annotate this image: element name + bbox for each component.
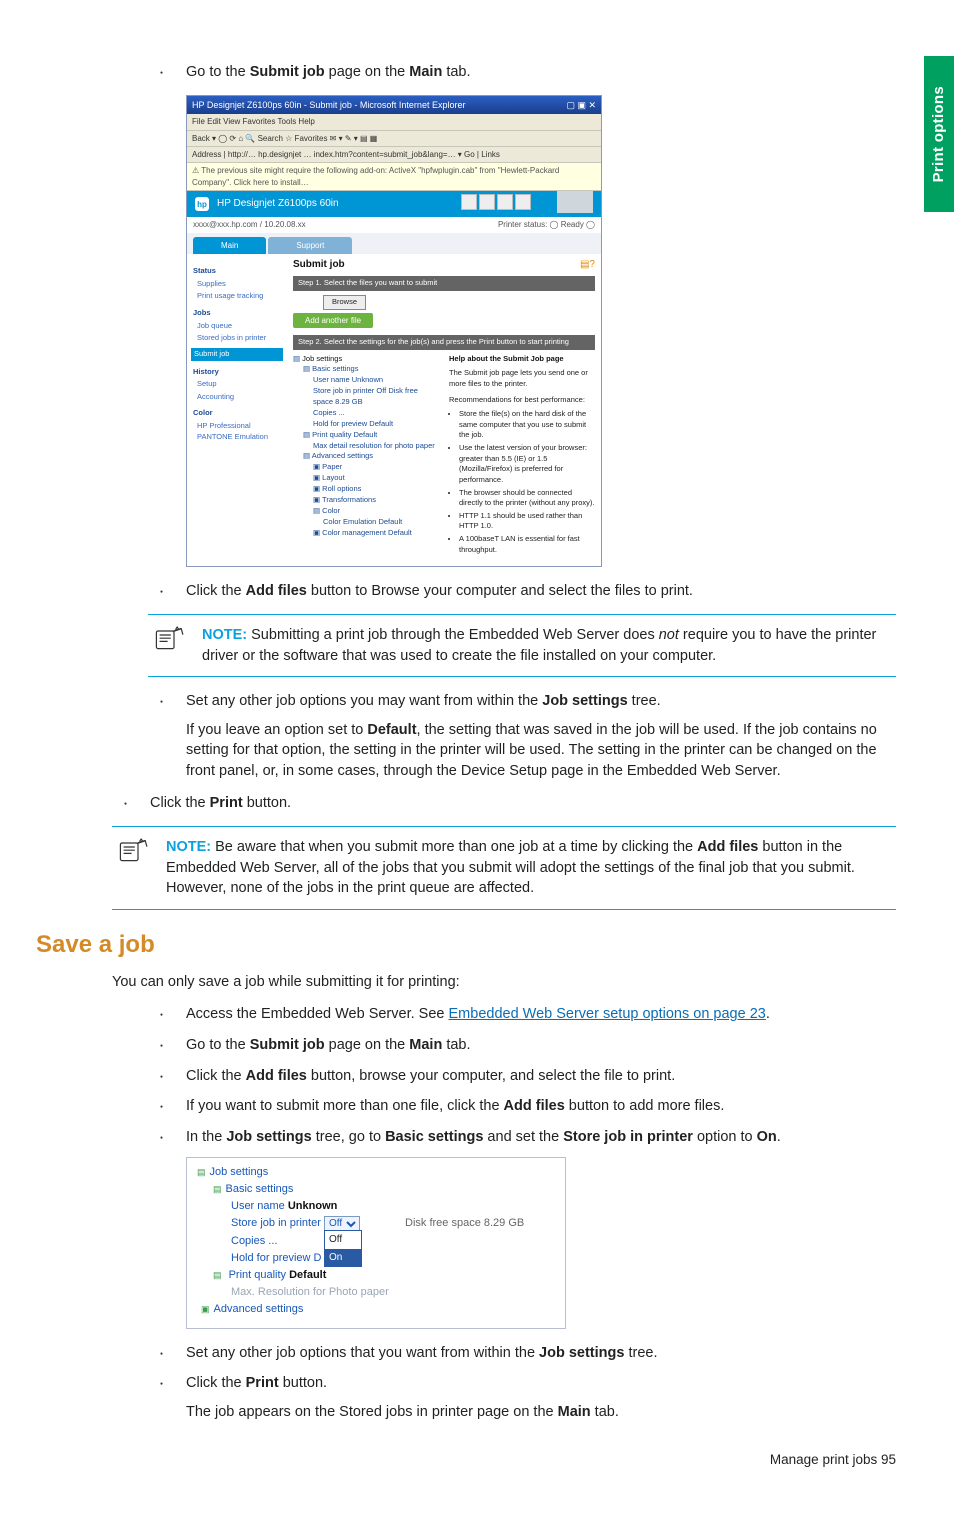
store-job-option-off[interactable]: Off	[325, 1231, 361, 1249]
tree-job-settings[interactable]: Job settings	[197, 1164, 555, 1181]
printer-icon	[557, 191, 593, 213]
ie-menubar: File Edit View Favorites Tools Help	[187, 114, 601, 130]
ie-infobar: ⚠ The previous site might require the fo…	[187, 163, 601, 191]
ews-job-settings-tree: ▤ Job settings ▤ Basic settings User nam…	[293, 354, 439, 559]
save-step-set-options: Set any other job options that you want …	[148, 1343, 896, 1364]
save-steps: Access the Embedded Web Server. See Embe…	[148, 1004, 896, 1147]
tree-max-res: Max. Resolution for Photo paper	[231, 1284, 555, 1301]
side-tab: Print options	[924, 56, 954, 212]
browse-button[interactable]: Browse	[323, 295, 366, 310]
note-icon	[118, 837, 150, 865]
ews-help-panel: Help about the Submit Job page The Submi…	[449, 354, 595, 559]
ews-header: hp HP Designjet Z6100ps 60in	[187, 191, 601, 217]
save-step-store-on: In the Job settings tree, go to Basic se…	[148, 1127, 896, 1148]
tree-user-name: User name Unknown	[231, 1198, 555, 1215]
step-list-2: Click the Add files button to Browse you…	[148, 581, 896, 602]
save-steps-2: Set any other job options that you want …	[148, 1343, 896, 1423]
ie-titlebar: HP Designjet Z6100ps 60in - Submit job -…	[187, 96, 601, 115]
link-ews-setup[interactable]: Embedded Web Server setup options on pag…	[449, 1006, 766, 1022]
tab-main[interactable]: Main	[193, 237, 266, 254]
step-list-3: Set any other job options you may want f…	[148, 691, 896, 781]
ews-sidebar: Status Supplies Print usage tracking Job…	[187, 254, 287, 566]
tree-copies[interactable]: Copies ...	[231, 1233, 555, 1250]
ews-status-row: xxxx@xxx.hp.com / 10.20.08.xxPrinter sta…	[187, 217, 601, 232]
save-step-access-ews: Access the Embedded Web Server. See Embe…	[148, 1004, 896, 1025]
save-job-lead: You can only save a job while submitting…	[112, 972, 896, 993]
store-job-dropdown[interactable]: Off On	[324, 1230, 362, 1267]
step-add-files: Click the Add files button to Browse you…	[148, 581, 896, 602]
save-step-goto-submit: Go to the Submit job page on the Main ta…	[148, 1035, 896, 1056]
sidebar-item-submit-job[interactable]: Submit job	[191, 348, 283, 361]
job-settings-tree: Job settings Basic settings User name Un…	[186, 1157, 566, 1328]
tree-basic-settings[interactable]: Basic settings	[213, 1181, 555, 1198]
save-step-stored-jobs: The job appears on the Stored jobs in pr…	[186, 1402, 896, 1423]
hp-logo-icon: hp	[195, 197, 209, 211]
add-file-button[interactable]: Add another file	[293, 313, 373, 328]
save-step-more-files: If you want to submit more than one file…	[148, 1096, 896, 1117]
note-icon	[154, 625, 186, 653]
tree-hold-preview[interactable]: Hold for preview D	[231, 1250, 555, 1267]
page-footer: Manage print jobs 95	[36, 1450, 896, 1469]
heading-save-job: Save a job	[36, 928, 896, 962]
save-step-add-files: Click the Add files button, browse your …	[148, 1066, 896, 1087]
tool-icon	[497, 194, 513, 210]
note-add-files-settings: NOTE: Be aware that when you submit more…	[112, 826, 896, 910]
tab-support[interactable]: Support	[268, 237, 352, 254]
ie-addressbar: Address | http://… hp.designjet … index.…	[187, 147, 601, 163]
tree-print-quality[interactable]: Print quality Default	[213, 1267, 555, 1284]
save-step-click-print: Click the Print button. The job appears …	[148, 1373, 896, 1422]
ews-screenshot: HP Designjet Z6100ps 60in - Submit job -…	[186, 95, 602, 568]
tool-icon	[479, 194, 495, 210]
step-set-options-detail: If you leave an option set to Default, t…	[186, 720, 896, 782]
tool-icon	[461, 194, 477, 210]
ews-main: Submit job ▤? Step 1. Select the files y…	[287, 254, 601, 566]
tool-icon	[515, 194, 531, 210]
note-not-require-driver: NOTE: Submitting a print job through the…	[148, 614, 896, 677]
tree-advanced[interactable]: Advanced settings	[201, 1301, 555, 1318]
ews-tabs: Main Support	[193, 237, 595, 254]
ie-toolbar: Back ▾ ◯ ⟳ ⌂ 🔍 Search ☆ Favorites ✉ ▾ ✎ …	[187, 131, 601, 147]
help-icon[interactable]: ▤?	[580, 258, 595, 272]
step-goto-submit: Go to the Submit job page on the Main ta…	[148, 62, 896, 83]
store-job-option-on[interactable]: On	[325, 1249, 361, 1267]
step-list-4: Click the Print button.	[112, 793, 896, 814]
step-set-options: Set any other job options you may want f…	[148, 691, 896, 781]
top-step-list: Go to the Submit job page on the Main ta…	[148, 62, 896, 83]
step-click-print: Click the Print button.	[112, 793, 896, 814]
tree-store-job: Store job in printer Off Off On Disk fre…	[231, 1215, 555, 1232]
